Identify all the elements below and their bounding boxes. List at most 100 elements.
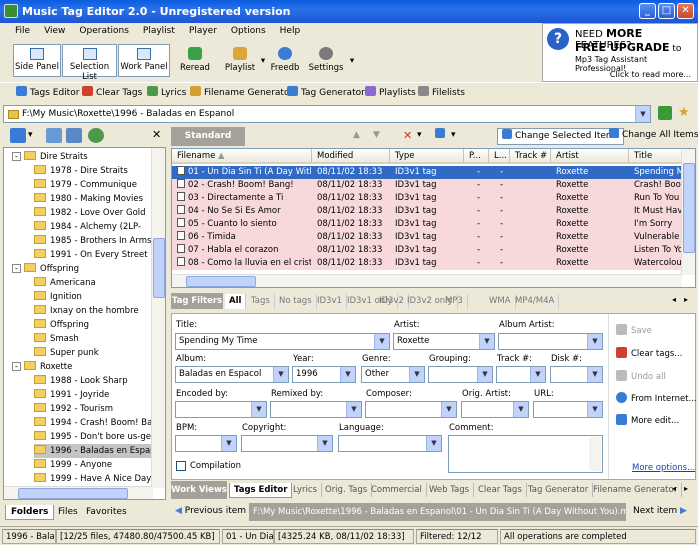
tree-item[interactable]: Ixnay on the hombre: [34, 304, 139, 318]
tree-item[interactable]: 1999 - Anyone: [34, 458, 112, 472]
tree-item[interactable]: 1991 - Joyride: [34, 388, 109, 402]
chevron-down-icon[interactable]: ▼: [587, 367, 602, 382]
table-row[interactable]: 07 - Habla el corazon 08/11/02 18:33 ID3v1…: [172, 244, 695, 257]
column-header[interactable]: P...: [464, 149, 489, 164]
grid-vertical-scrollbar[interactable]: [681, 149, 695, 275]
worktabs-scroll-right-icon[interactable]: ▸: [684, 484, 688, 493]
tree-item[interactable]: 1984 - Alchemy (2LP-: [34, 220, 141, 234]
work-view-tab[interactable]: Tag Generator: [524, 483, 594, 497]
menu-options[interactable]: Options: [224, 23, 273, 39]
tree-item[interactable]: 1980 - Making Movies: [34, 192, 143, 206]
chevron-down-icon[interactable]: ▼: [587, 402, 602, 417]
tree-item[interactable]: 1991 - On Every Street: [34, 248, 148, 262]
work-view-tab[interactable]: Web Tags: [425, 483, 475, 497]
collapse-icon[interactable]: -: [12, 264, 21, 273]
table-row[interactable]: 06 - Timida 08/11/02 18:33 ID3v1 tag - - Roxe…: [172, 231, 682, 244]
grid-scroll-thumb[interactable]: [683, 163, 695, 253]
tree-item[interactable]: Smash: [34, 332, 79, 346]
chevron-down-icon[interactable]: ▼: [530, 367, 545, 382]
delete-icon[interactable]: ✕: [403, 128, 412, 145]
table-row[interactable]: 05 - Cuanto lo siento 08/11/02 18:33 ID3v1…: [172, 218, 682, 231]
chevron-down-icon[interactable]: ▼: [409, 367, 424, 382]
filter-tab[interactable]: MP3: [441, 294, 468, 309]
year-field[interactable]: 1996 ▼: [292, 366, 356, 383]
tree-vertical-scrollbar[interactable]: [151, 148, 165, 488]
filter-tab[interactable]: ID3v1: [313, 294, 347, 309]
go-arrow-icon[interactable]: [658, 106, 672, 120]
menu-playlist[interactable]: Playlist: [136, 23, 182, 39]
undo-all-button[interactable]: Undo all: [616, 370, 666, 382]
tree-item[interactable]: 1979 - Communique: [34, 178, 137, 192]
url-field[interactable]: ▼: [533, 401, 603, 418]
more-edit-button[interactable]: More edit...: [616, 414, 679, 426]
work-view-tab[interactable]: Tags Editor: [229, 483, 293, 498]
column-header[interactable]: L...: [489, 149, 510, 164]
move-down-icon[interactable]: ▼: [373, 128, 380, 145]
close-panel-icon[interactable]: ✕: [152, 128, 161, 141]
table-row[interactable]: 08 - Como la lluvia en el cristal 08/11/0…: [172, 257, 695, 270]
filter-tab[interactable]: MP4/M4A: [511, 294, 560, 309]
upgrade-banner[interactable]: ? NEED MORE FEATURES? FREE UPGRADE to Mp…: [542, 23, 698, 82]
lyrics-button[interactable]: Lyrics: [147, 86, 186, 98]
chevron-down-icon[interactable]: ▼: [221, 436, 236, 451]
chevron-down-icon[interactable]: ▼: [374, 334, 389, 349]
tree-item[interactable]: 1994 - Crash! Boom! Bang!: [34, 416, 165, 430]
column-header[interactable]: Type: [390, 149, 464, 164]
title-field[interactable]: Spending My Time ▼: [175, 333, 390, 350]
disk-field[interactable]: ▼: [550, 366, 603, 383]
list-view-dropdown-icon[interactable]: ▾: [451, 128, 456, 145]
close-button[interactable]: ✕: [677, 3, 694, 19]
tree-item[interactable]: 1978 - Dire Straits: [34, 164, 128, 178]
settings-dropdown-icon[interactable]: ▾: [347, 44, 357, 77]
change-all-items-button[interactable]: Change All Items: [609, 128, 698, 145]
artist-field[interactable]: Roxette ▼: [393, 333, 495, 350]
column-header[interactable]: Track #: [510, 149, 551, 164]
chevron-down-icon[interactable]: ▼: [340, 367, 355, 382]
move-up-icon[interactable]: ▲: [353, 128, 360, 145]
navigate-icon[interactable]: [10, 128, 26, 143]
reread-button[interactable]: Reread: [176, 44, 214, 77]
chevron-down-icon[interactable]: ▼: [477, 367, 492, 382]
change-selected-items-button[interactable]: Change Selected Items: [497, 128, 625, 145]
column-header[interactable]: Artist: [551, 149, 629, 164]
collapse-icon[interactable]: -: [12, 152, 21, 161]
language-field[interactable]: ▼: [338, 435, 442, 452]
grouping-field[interactable]: ▼: [428, 366, 493, 383]
refresh-folders-icon[interactable]: [46, 128, 62, 143]
album-field[interactable]: Baladas en Espacol ▼: [175, 366, 289, 383]
album-artist-field[interactable]: ▼: [498, 333, 603, 350]
chevron-down-icon[interactable]: ▼: [251, 402, 266, 417]
tree-item[interactable]: - Roxette: [12, 360, 72, 374]
table-row[interactable]: 02 - Crash! Boom! Bang! 08/11/02 18:33 ID3…: [172, 179, 695, 192]
filelists-button[interactable]: Filelists: [418, 86, 465, 98]
tree-item[interactable]: Ignition: [34, 290, 82, 304]
next-item-button[interactable]: Next item ▶: [633, 506, 687, 516]
navigate-dropdown-icon[interactable]: ▾: [28, 130, 33, 140]
worktabs-scroll-left-icon[interactable]: ◂: [672, 484, 676, 493]
compilation-checkbox[interactable]: [176, 461, 186, 471]
work-view-tab[interactable]: Filename Generator: [589, 483, 683, 497]
collapse-icon[interactable]: -: [12, 362, 21, 371]
list-view-icon[interactable]: [435, 128, 448, 145]
table-row[interactable]: 01 - Un Dia Sin Ti (A Day With... 08/11/0…: [172, 166, 695, 179]
from-internet-button[interactable]: From Internet...: [616, 392, 697, 404]
minimize-button[interactable]: _: [639, 3, 656, 19]
chevron-down-icon[interactable]: ▼: [587, 334, 602, 349]
table-row[interactable]: 04 - No Se Si Es Amor 08/11/02 18:33 ID3v1…: [172, 205, 695, 218]
filename-generator-button[interactable]: Filename Generator: [190, 86, 293, 98]
menu-operations[interactable]: Operations: [72, 23, 135, 39]
clear-tags-action[interactable]: Clear tags...: [616, 347, 682, 359]
bpm-field[interactable]: ▼: [175, 435, 237, 452]
more-options-link[interactable]: More options...: [632, 463, 695, 473]
tree-item[interactable]: 1996 - Baladas en Espanol: [34, 444, 164, 458]
tree-item[interactable]: 1988 - Look Sharp: [34, 374, 128, 388]
side-panel-button[interactable]: Side Panel: [13, 44, 61, 77]
folder-tree[interactable]: - Dire Straits 1978 - Dire Straits 1979 - C…: [3, 147, 166, 500]
remixed-by-field[interactable]: ▼: [270, 401, 362, 418]
column-header[interactable]: Modified: [312, 149, 390, 164]
previous-item-button[interactable]: ◀ Previous item: [175, 506, 246, 516]
settings-button[interactable]: Settings: [306, 44, 346, 77]
tag-generator-button[interactable]: Tag Generator: [287, 86, 365, 98]
chevron-down-icon[interactable]: ▼: [479, 334, 494, 349]
tree-item[interactable]: 1995 - Don't bore us-get: [34, 430, 154, 444]
